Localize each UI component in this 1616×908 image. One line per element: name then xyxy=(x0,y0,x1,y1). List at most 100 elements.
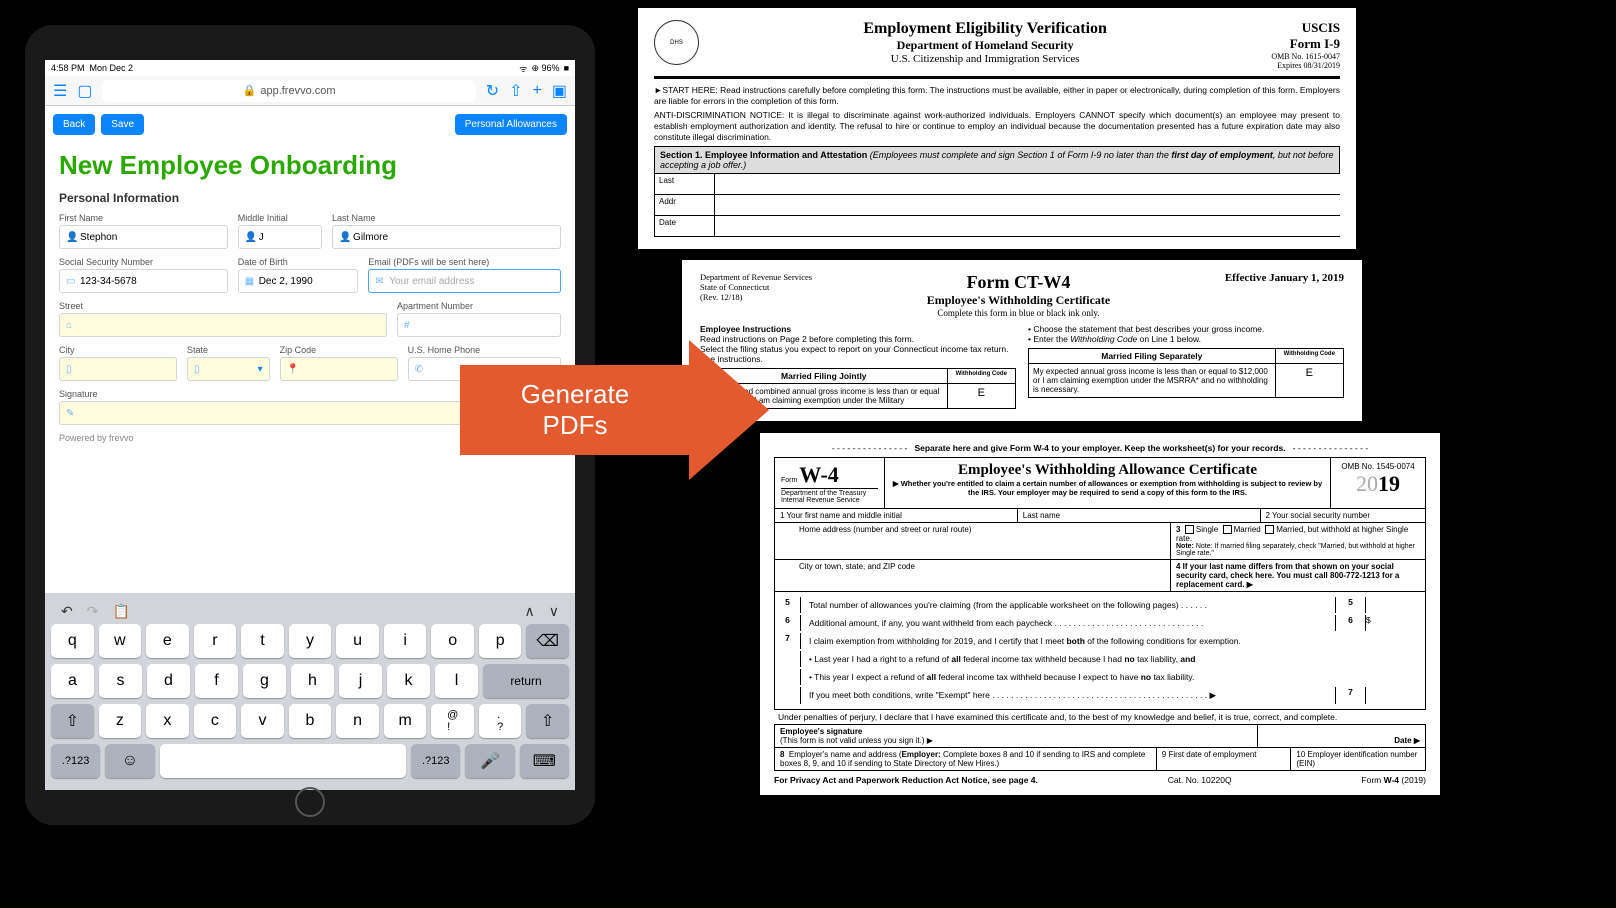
paste-icon[interactable]: 📋 xyxy=(112,603,129,620)
down-arrow-icon[interactable]: ∨ xyxy=(549,603,559,620)
key-space[interactable] xyxy=(160,744,407,778)
personal-allowances-button[interactable]: Personal Allowances xyxy=(455,114,567,135)
key-j[interactable]: j xyxy=(339,664,382,698)
key-y[interactable]: y xyxy=(289,624,332,658)
person-icon: 👤 xyxy=(339,232,349,243)
key-shift-left[interactable]: ⇧ xyxy=(51,704,94,738)
input-city[interactable]: ▯ xyxy=(59,357,177,381)
w4-line9: 9 First date of employment xyxy=(1157,748,1292,770)
key-mic[interactable]: 🎤 xyxy=(465,744,514,778)
input-mi[interactable]: 👤J xyxy=(238,225,322,249)
w4-line7b: • This year I expect a refund of all fed… xyxy=(801,669,1425,685)
undo-icon[interactable]: ↶ xyxy=(61,603,73,620)
ctw4-instructions-h: Employee Instructions xyxy=(700,324,1016,334)
input-lastname[interactable]: 👤Gilmore xyxy=(332,225,561,249)
input-firstname[interactable]: 👤Stephon xyxy=(59,225,228,249)
key-shift-right[interactable]: ⇧ xyxy=(526,704,569,738)
key-s[interactable]: s xyxy=(99,664,142,698)
key-p[interactable]: p xyxy=(479,624,522,658)
key-v[interactable]: v xyxy=(241,704,284,738)
label-email: Email (PDFs will be sent here) xyxy=(368,257,561,267)
input-zip[interactable]: 📍 xyxy=(280,357,398,381)
key-backspace[interactable]: ⌫ xyxy=(526,624,569,658)
w4-line6: Additional amount, if any, you want with… xyxy=(801,615,1335,631)
up-arrow-icon[interactable]: ∧ xyxy=(525,603,535,620)
refresh-icon[interactable]: ↻ xyxy=(486,81,499,101)
arrow-text-2: PDFs xyxy=(543,410,608,441)
input-email[interactable]: ✉Your email address xyxy=(368,269,561,293)
w4-footer-privacy: For Privacy Act and Paperwork Reduction … xyxy=(774,775,1038,785)
key-b[interactable]: b xyxy=(289,704,332,738)
w4-separate-line: - - - - - - - - - - - - - - - Separate h… xyxy=(774,443,1426,453)
dhs-seal-icon: DHS xyxy=(654,20,699,65)
key-l[interactable]: l xyxy=(435,664,478,698)
w4-sub: ▶ Whether you're entitled to claim a cer… xyxy=(891,479,1324,497)
key-t[interactable]: t xyxy=(241,624,284,658)
w4-year: 2019 xyxy=(1337,471,1419,497)
save-button[interactable]: Save xyxy=(101,114,144,135)
app-toolbar: Back Save Personal Allowances xyxy=(45,106,575,142)
label-city: City xyxy=(59,345,177,355)
label-street: Street xyxy=(59,301,387,311)
back-button[interactable]: Back xyxy=(53,114,95,135)
input-ssn[interactable]: ▭123-34-5678 xyxy=(59,269,228,293)
redo-icon[interactable]: ↷ xyxy=(87,603,99,620)
w4-box3: 3 Single Married Married, but withhold a… xyxy=(1171,523,1425,559)
key-x[interactable]: x xyxy=(146,704,189,738)
w4-line7: I claim exemption from withholding for 2… xyxy=(801,633,1425,649)
key-i[interactable]: i xyxy=(384,624,427,658)
ctw4-mfs-text: My expected annual gross income is less … xyxy=(1029,364,1276,397)
label-state: State xyxy=(187,345,270,355)
input-state[interactable]: ▯▾ xyxy=(187,357,270,381)
key-n[interactable]: n xyxy=(336,704,379,738)
key-h[interactable]: h xyxy=(291,664,334,698)
key-123[interactable]: .?123 xyxy=(51,744,100,778)
key-w[interactable]: w xyxy=(99,624,142,658)
new-tab-icon[interactable]: + xyxy=(533,82,542,100)
w4-dept: Department of the Treasury Internal Reve… xyxy=(781,488,878,504)
battery-icon: ■ xyxy=(564,63,569,73)
tabs-icon[interactable]: ▣ xyxy=(552,81,567,101)
key-period[interactable]: .? xyxy=(479,704,522,738)
key-f[interactable]: f xyxy=(195,664,238,698)
key-k[interactable]: k xyxy=(387,664,430,698)
input-dob[interactable]: ▦Dec 2, 1990 xyxy=(238,269,359,293)
share-icon[interactable]: ⇧ xyxy=(509,81,522,101)
key-123-right[interactable]: .?123 xyxy=(411,744,460,778)
pin-icon: 📍 xyxy=(287,364,297,375)
status-date: Mon Dec 2 xyxy=(90,63,134,73)
key-c[interactable]: c xyxy=(194,704,237,738)
key-z[interactable]: z xyxy=(99,704,142,738)
home-icon: ⌂ xyxy=(66,320,76,331)
form-i9-document: DHS Employment Eligibility Verification … xyxy=(638,8,1356,249)
keyboard-row-2: asdfghjklreturn xyxy=(51,664,569,698)
key-m[interactable]: m xyxy=(384,704,427,738)
key-u[interactable]: u xyxy=(336,624,379,658)
input-apt[interactable]: # xyxy=(397,313,561,337)
ctw4-mfs-code: E xyxy=(1276,364,1343,397)
w4-box1-last: Last name xyxy=(1018,509,1261,522)
key-e[interactable]: e xyxy=(146,624,189,658)
input-street[interactable]: ⌂ xyxy=(59,313,387,337)
i9-last: Last xyxy=(655,174,715,194)
key-g[interactable]: g xyxy=(243,664,286,698)
sidebar-icon[interactable]: ☰ xyxy=(53,81,67,101)
key-excl[interactable]: @! xyxy=(431,704,474,738)
key-emoji[interactable]: ☺ xyxy=(105,744,154,778)
key-a[interactable]: a xyxy=(51,664,94,698)
key-return[interactable]: return xyxy=(483,664,569,698)
key-dismiss[interactable]: ⌨ xyxy=(520,744,569,778)
key-r[interactable]: r xyxy=(194,624,237,658)
w4-footer-cat: Cat. No. 10220Q xyxy=(1168,775,1232,785)
key-d[interactable]: d xyxy=(147,664,190,698)
home-button[interactable] xyxy=(295,787,325,817)
bookmarks-icon[interactable]: ▢ xyxy=(77,81,92,101)
key-q[interactable]: q xyxy=(51,624,94,658)
w4-footer-form: Form W-4 (2019) xyxy=(1361,775,1426,785)
w4-penalty: Under penalties of perjury, I declare th… xyxy=(774,710,1426,724)
form-w4-document: - - - - - - - - - - - - - - - Separate h… xyxy=(760,433,1440,795)
pencil-icon: ✎ xyxy=(66,408,76,419)
onscreen-keyboard[interactable]: ↶ ↷ 📋 ∧ ∨ qwertyuiop⌫ asdfghjklreturn ⇧z… xyxy=(45,593,575,790)
key-o[interactable]: o xyxy=(431,624,474,658)
url-bar[interactable]: 🔒 app.frevvo.com xyxy=(102,80,475,102)
